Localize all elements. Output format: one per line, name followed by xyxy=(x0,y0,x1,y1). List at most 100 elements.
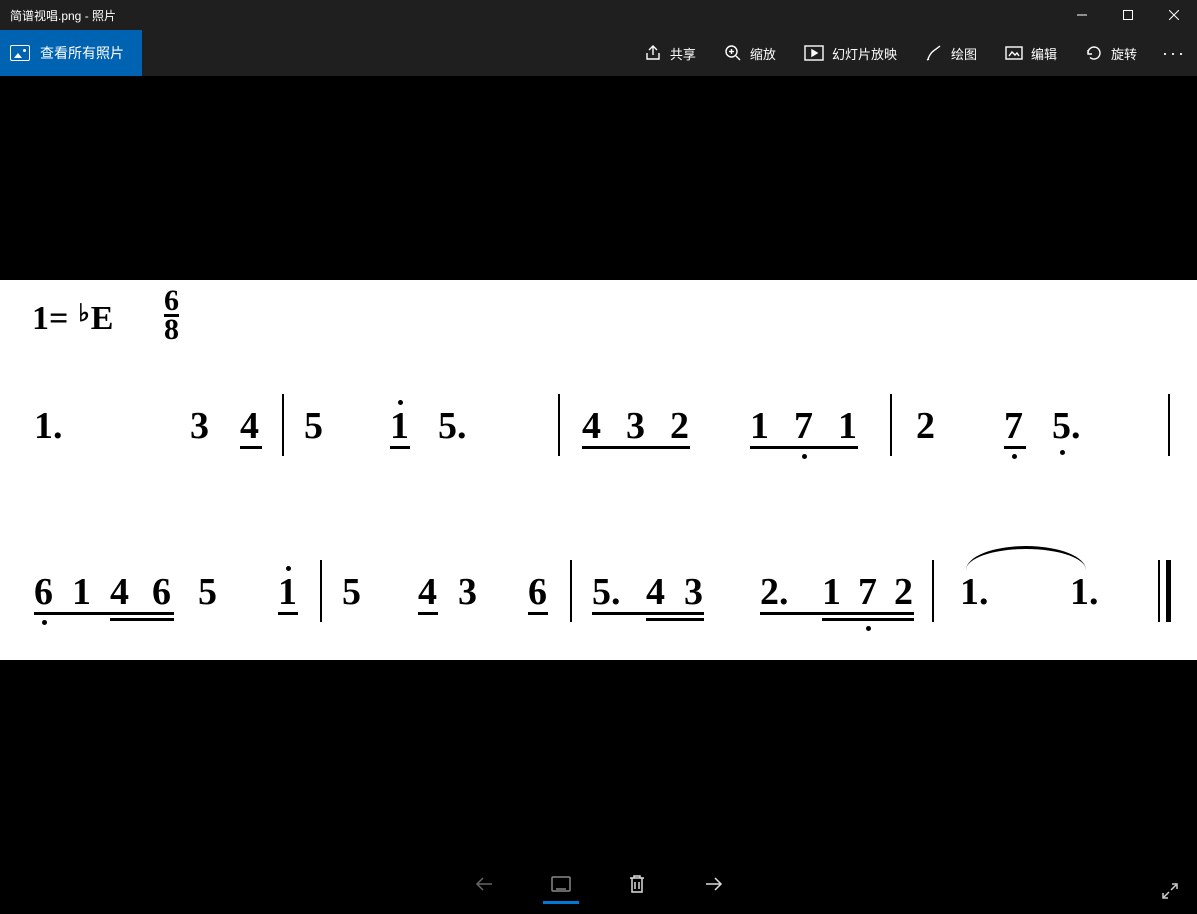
note: 2 xyxy=(916,404,935,448)
edit-label: 编辑 xyxy=(1031,44,1057,63)
note: 2. xyxy=(760,570,789,614)
edit-button[interactable]: 编辑 xyxy=(991,30,1071,76)
fullscreen-button[interactable] xyxy=(1161,882,1179,900)
note: 4 xyxy=(240,404,259,448)
more-button[interactable]: ··· xyxy=(1151,30,1197,76)
note: 1. xyxy=(34,404,63,448)
music-line-1: 1. 3 4 5 1 5. 4 3 2 1 7 1 2 7 xyxy=(30,386,1179,466)
barline xyxy=(1168,394,1170,456)
rotate-icon xyxy=(1085,44,1103,62)
note: 7 xyxy=(1004,404,1023,448)
add-to-album-button[interactable] xyxy=(541,864,581,904)
more-icon: ··· xyxy=(1162,43,1186,64)
maximize-button[interactable] xyxy=(1105,0,1151,30)
music-line-2: 6 1 4 6 5 1 5 4 3 6 5. 4 3 2. xyxy=(30,552,1179,632)
fullscreen-icon xyxy=(1161,882,1179,900)
view-all-label: 查看所有照片 xyxy=(40,43,124,63)
beam xyxy=(528,612,548,615)
key-prefix: 1= xyxy=(32,300,68,338)
draw-button[interactable]: 绘图 xyxy=(911,30,991,76)
note: 5. xyxy=(1052,404,1081,448)
bottom-control-bar xyxy=(465,864,733,904)
note: 3 xyxy=(626,404,645,448)
edit-icon xyxy=(1005,44,1023,62)
note: 5 xyxy=(342,570,361,614)
slideshow-button[interactable]: 幻灯片放映 xyxy=(790,30,911,76)
barline xyxy=(932,560,934,622)
note: 5 xyxy=(198,570,217,614)
octave-up-dot xyxy=(398,400,403,405)
delete-button[interactable] xyxy=(617,864,657,904)
barline xyxy=(320,560,322,622)
note: 6 xyxy=(34,570,53,614)
barline xyxy=(558,394,560,456)
note: 1 xyxy=(838,404,857,448)
beam xyxy=(390,446,410,449)
note: 3 xyxy=(684,570,703,614)
note: 5 xyxy=(304,404,323,448)
share-label: 共享 xyxy=(670,44,696,63)
note: 6 xyxy=(152,570,171,614)
image-viewer[interactable]: 1= ♭ E 6 8 1. 3 4 5 1 5. 4 3 2 xyxy=(0,76,1197,914)
note: 7 xyxy=(858,570,877,614)
final-barline xyxy=(1158,560,1160,622)
toolbar: 查看所有照片 共享 缩放 幻灯片放映 绘图 编辑 旋转 ··· xyxy=(0,30,1197,76)
beam xyxy=(418,612,438,615)
beam xyxy=(582,446,690,449)
slideshow-label: 幻灯片放映 xyxy=(832,44,897,63)
tie xyxy=(966,546,1086,570)
slideshow-icon xyxy=(804,45,824,61)
maximize-icon xyxy=(1123,10,1133,20)
share-icon xyxy=(644,44,662,62)
note: 6 xyxy=(528,570,547,614)
next-button[interactable] xyxy=(693,864,733,904)
zoom-button[interactable]: 缩放 xyxy=(710,30,790,76)
octave-down-dot xyxy=(1012,454,1017,459)
beam xyxy=(760,612,914,615)
toolbar-spacer xyxy=(142,30,630,76)
note: 5. xyxy=(438,404,467,448)
octave-down-dot xyxy=(802,454,807,459)
minimize-button[interactable] xyxy=(1059,0,1105,30)
rotate-button[interactable]: 旋转 xyxy=(1071,30,1151,76)
beam xyxy=(240,446,262,449)
draw-label: 绘图 xyxy=(951,44,977,63)
barline xyxy=(570,560,572,622)
time-numerator: 6 xyxy=(164,288,179,314)
octave-down-dot xyxy=(42,620,47,625)
close-icon xyxy=(1169,10,1179,20)
photo-icon xyxy=(10,45,30,61)
octave-down-dot xyxy=(1060,450,1065,455)
key-signature: 1= ♭ E xyxy=(32,300,113,338)
close-button[interactable] xyxy=(1151,0,1197,30)
note: 4 xyxy=(418,570,437,614)
note: 7 xyxy=(794,404,813,448)
time-denominator: 8 xyxy=(164,314,179,343)
beam xyxy=(646,618,704,621)
arrow-left-icon xyxy=(474,873,496,895)
previous-button[interactable] xyxy=(465,864,505,904)
note: 4 xyxy=(646,570,665,614)
note: 4 xyxy=(582,404,601,448)
titlebar: 简谱视唱.png - 照片 xyxy=(0,0,1197,30)
arrow-right-icon xyxy=(702,873,724,895)
music-sheet-image: 1= ♭ E 6 8 1. 3 4 5 1 5. 4 3 2 xyxy=(0,280,1197,660)
window-controls xyxy=(1059,0,1197,30)
zoom-icon xyxy=(724,44,742,62)
barline xyxy=(282,394,284,456)
note: 2 xyxy=(670,404,689,448)
beam xyxy=(278,612,298,615)
share-button[interactable]: 共享 xyxy=(630,30,710,76)
note: 2 xyxy=(894,570,913,614)
rotate-label: 旋转 xyxy=(1111,44,1137,63)
beam xyxy=(1004,446,1026,449)
note: 1 xyxy=(278,570,297,614)
window-title: 简谱视唱.png - 照片 xyxy=(0,7,1059,24)
note: 3 xyxy=(190,404,209,448)
view-all-photos-button[interactable]: 查看所有照片 xyxy=(0,30,142,76)
beam xyxy=(592,612,704,615)
beam xyxy=(110,618,174,621)
note: 1 xyxy=(750,404,769,448)
beam xyxy=(34,612,174,615)
flat-symbol: ♭ xyxy=(78,299,89,328)
